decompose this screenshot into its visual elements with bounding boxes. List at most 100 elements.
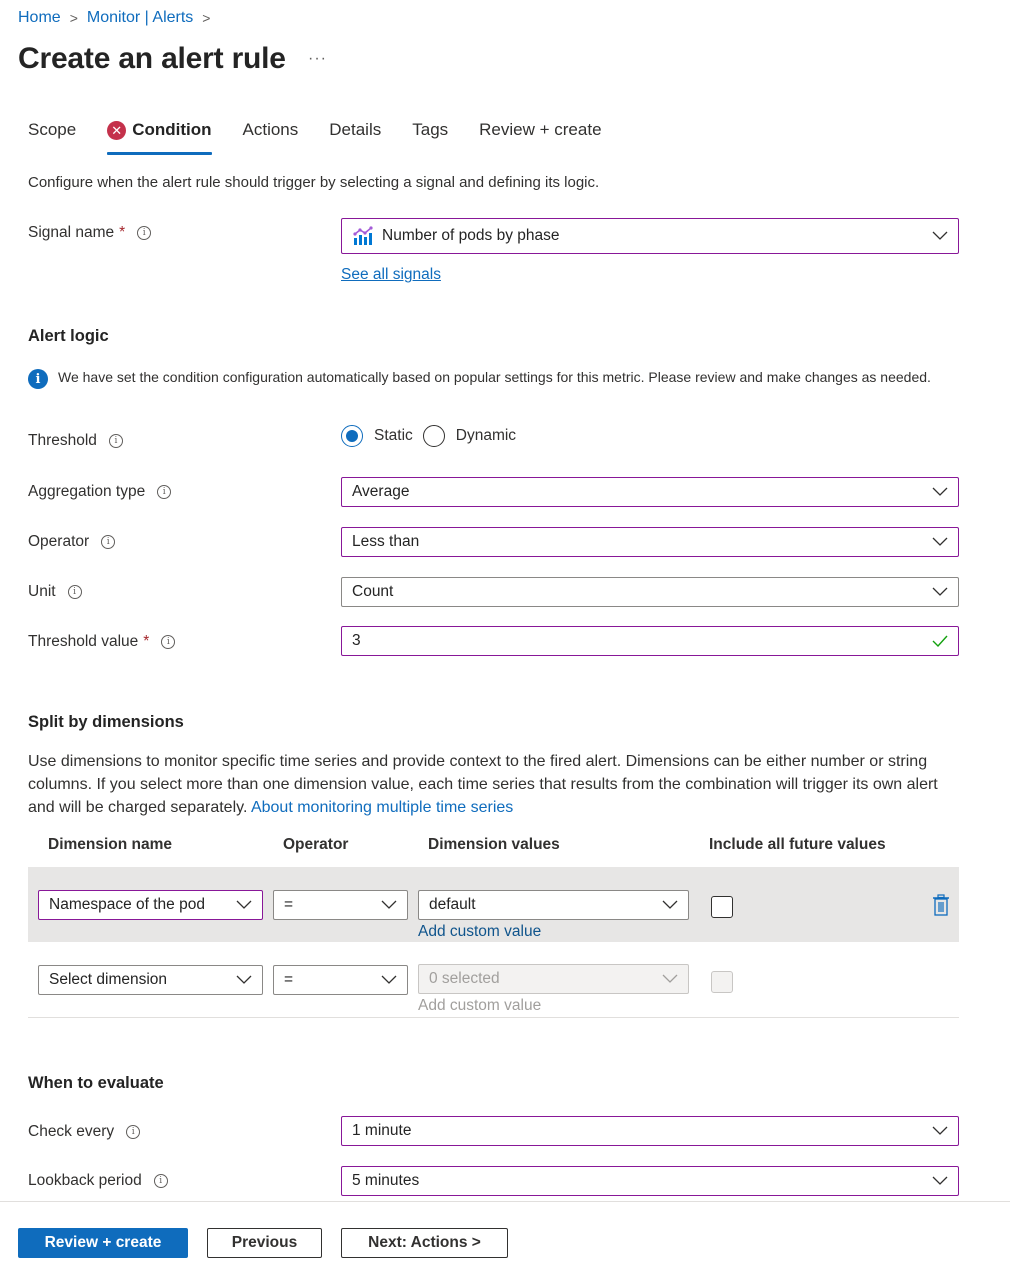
- chevron-down-icon: [662, 974, 678, 983]
- info-icon[interactable]: i: [153, 1174, 168, 1188]
- required-mark: *: [119, 224, 126, 241]
- chevron-down-icon: [932, 1176, 948, 1185]
- input-value: 3: [352, 632, 361, 649]
- aggregation-type-dropdown[interactable]: Average: [341, 477, 959, 507]
- tab-condition[interactable]: ✕ Condition: [107, 120, 212, 156]
- select-dimension-dropdown[interactable]: Select dimension: [38, 965, 263, 995]
- signal-name-label: Signal name * i: [28, 224, 152, 242]
- chevron-down-icon: [932, 231, 948, 240]
- dropdown-value: default: [429, 896, 476, 913]
- column-header-dimension-name: Dimension name: [48, 836, 173, 853]
- label-text: Operator: [28, 533, 90, 550]
- chevron-down-icon: [662, 900, 678, 909]
- see-all-signals-link[interactable]: See all signals: [341, 266, 441, 284]
- threshold-value-input[interactable]: 3: [341, 626, 959, 656]
- tab-tags[interactable]: Tags: [412, 120, 448, 156]
- add-custom-value-link[interactable]: Add custom value: [418, 923, 541, 941]
- dimension-values-dropdown[interactable]: default: [418, 890, 689, 920]
- dropdown-value: 5 minutes: [352, 1172, 420, 1189]
- previous-button[interactable]: Previous: [207, 1228, 322, 1258]
- tab-label: Tags: [412, 120, 449, 139]
- chevron-down-icon: [381, 900, 397, 909]
- info-message: i We have set the condition configuratio…: [28, 368, 948, 389]
- signal-value: Number of pods by phase: [382, 227, 560, 244]
- lookback-period-label: Lookback period i: [28, 1172, 168, 1190]
- label-text: Threshold value: [28, 633, 139, 650]
- lookback-period-dropdown[interactable]: 5 minutes: [341, 1166, 959, 1196]
- breadcrumb-monitor-alerts[interactable]: Monitor | Alerts: [87, 9, 193, 27]
- dropdown-value: =: [284, 971, 294, 988]
- threshold-radio-group: Static Dynamic: [341, 425, 526, 447]
- check-every-label: Check every i: [28, 1123, 141, 1141]
- label-text: Threshold: [28, 432, 97, 449]
- include-future-values-checkbox-disabled: [711, 971, 733, 993]
- label-text: Lookback period: [28, 1172, 142, 1189]
- footer-divider: [0, 1201, 1010, 1202]
- more-options-button[interactable]: ···: [308, 50, 327, 68]
- tab-review-create[interactable]: Review + create: [479, 120, 601, 156]
- page-title: Create an alert rule: [18, 42, 286, 75]
- dropdown-value: Average: [352, 483, 410, 500]
- info-icon[interactable]: i: [137, 226, 152, 240]
- chevron-down-icon: [236, 900, 252, 909]
- unit-dropdown[interactable]: Count: [341, 577, 959, 607]
- label-text: Unit: [28, 583, 56, 600]
- dimension-operator-dropdown[interactable]: =: [273, 965, 408, 995]
- info-icon[interactable]: i: [126, 1125, 141, 1139]
- check-every-dropdown[interactable]: 1 minute: [341, 1116, 959, 1146]
- radio-dynamic[interactable]: Dynamic: [422, 425, 517, 447]
- label-text: Signal name: [28, 224, 115, 241]
- tab-details[interactable]: Details: [329, 120, 381, 156]
- aggregation-type-label: Aggregation type i: [28, 483, 172, 501]
- metric-chart-icon: [353, 226, 373, 245]
- radio-label: Dynamic: [455, 427, 517, 444]
- label-text: Aggregation type: [28, 483, 146, 500]
- dimension-operator-dropdown[interactable]: =: [273, 890, 408, 920]
- dropdown-value: 0 selected: [429, 970, 500, 987]
- split-description: Use dimensions to monitor specific time …: [28, 750, 953, 819]
- tab-label: Condition: [132, 120, 212, 139]
- info-message-text: We have set the condition configuration …: [58, 369, 931, 385]
- radio-circle: [422, 425, 445, 447]
- operator-label: Operator i: [28, 533, 116, 551]
- info-icon[interactable]: i: [101, 535, 116, 549]
- dimension-values-dropdown-disabled: 0 selected: [418, 964, 689, 994]
- radio-circle: [341, 425, 363, 447]
- next-actions-button[interactable]: Next: Actions >: [341, 1228, 508, 1258]
- breadcrumb-home[interactable]: Home: [18, 9, 61, 27]
- threshold-value-label: Threshold value * i: [28, 633, 176, 651]
- row-divider: [28, 1017, 959, 1018]
- include-future-values-checkbox[interactable]: [711, 896, 733, 918]
- tab-label: Review + create: [479, 120, 602, 139]
- breadcrumb: Home > Monitor | Alerts >: [18, 9, 219, 27]
- dropdown-value: Namespace of the pod: [49, 896, 205, 913]
- chevron-right-icon: >: [69, 10, 78, 26]
- dropdown-value: Count: [352, 583, 394, 600]
- label-text: Check every: [28, 1123, 115, 1140]
- tab-label: Actions: [242, 120, 299, 139]
- dimension-name-dropdown[interactable]: Namespace of the pod: [38, 890, 263, 920]
- radio-static[interactable]: Static: [341, 425, 413, 447]
- about-multiple-time-series-link[interactable]: About monitoring multiple time series: [251, 799, 513, 816]
- unit-label: Unit i: [28, 583, 82, 601]
- tab-label: Scope: [28, 120, 77, 139]
- split-dimensions-heading: Split by dimensions: [28, 713, 184, 731]
- chevron-right-icon: >: [202, 10, 211, 26]
- operator-dropdown[interactable]: Less than: [341, 527, 959, 557]
- info-icon[interactable]: i: [108, 434, 123, 448]
- column-header-dimension-values: Dimension values: [428, 836, 560, 853]
- required-mark: *: [143, 633, 150, 650]
- review-create-button[interactable]: Review + create: [18, 1228, 188, 1258]
- tab-actions[interactable]: Actions: [243, 120, 299, 156]
- chevron-down-icon: [932, 537, 948, 546]
- error-icon: ✕: [107, 121, 127, 140]
- info-icon[interactable]: i: [157, 485, 172, 499]
- info-icon[interactable]: i: [67, 585, 82, 599]
- when-to-evaluate-heading: When to evaluate: [28, 1074, 164, 1092]
- threshold-label: Threshold i: [28, 432, 123, 450]
- info-icon[interactable]: i: [161, 635, 176, 649]
- signal-name-dropdown[interactable]: Number of pods by phase: [341, 218, 959, 254]
- trash-icon[interactable]: [932, 894, 950, 916]
- dropdown-value: Select dimension: [49, 971, 168, 988]
- tab-scope[interactable]: Scope: [28, 120, 76, 156]
